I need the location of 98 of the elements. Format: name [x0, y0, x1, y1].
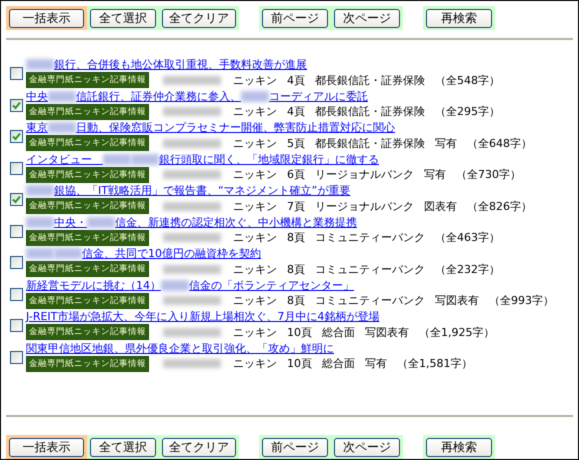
blurred-date	[163, 296, 221, 305]
paper-name: ニッキン	[233, 104, 277, 119]
section-name: 総合面	[322, 356, 355, 371]
source-badge: 金融専門紙ニッキン記事情報	[26, 166, 149, 182]
section-name: 都長銀信託・証券保険	[315, 136, 425, 150]
toolbar-button[interactable]: 全てクリア	[162, 438, 236, 457]
page-number: 5頁	[287, 136, 305, 150]
article-link[interactable]: 銀行、合併後も地公体取引重視、手数料改善が進展	[26, 57, 510, 72]
blurred-date	[163, 233, 221, 242]
checkbox[interactable]	[10, 224, 23, 238]
page-number: 4頁	[287, 72, 305, 88]
toolbar-button[interactable]: 一括表示	[9, 9, 84, 28]
checkbox[interactable]	[10, 130, 23, 143]
toolbar-button[interactable]: 前ページ	[262, 9, 328, 28]
toolbar-button[interactable]: 再検索	[426, 9, 492, 28]
paper-name: ニッキン	[233, 356, 277, 371]
section-name: 都長銀信託・証券保険	[315, 104, 425, 119]
source-badge: 金融専門紙ニッキン記事情報	[26, 104, 149, 120]
figure-note: 写図表有	[365, 324, 409, 340]
section-name: 都長銀信託・証券保険	[315, 72, 425, 88]
char-count: （全993字）	[489, 293, 554, 308]
article-link[interactable]: 東京 日動、保険窓販コンプラセミナー開催、弊害防止措置対応に関心	[26, 120, 542, 135]
figure-note: 写有	[424, 167, 446, 182]
section-name: コミュニティーバンク	[315, 230, 425, 245]
char-count: （全548字）	[435, 72, 500, 88]
char-count: （全232字）	[435, 262, 500, 276]
section-name: リージョナルバンク	[315, 198, 414, 214]
blurred-date	[163, 359, 221, 368]
paper-name: ニッキン	[233, 198, 277, 214]
char-count: （全1,581字）	[397, 356, 472, 371]
figure-note: 図表有	[424, 198, 457, 214]
page-number: 10頁	[287, 324, 312, 340]
source-badge: 金融専門紙ニッキン記事情報	[26, 72, 149, 88]
checkbox[interactable]	[10, 256, 23, 269]
paper-name: ニッキン	[233, 230, 277, 245]
article-link[interactable]: 銀協、「IT戦略活用」で報告書、“マネジメント確立”が重要	[26, 183, 542, 198]
section-name: リージョナルバンク	[315, 167, 414, 182]
paper-name: ニッキン	[233, 136, 277, 150]
paper-name: ニッキン	[233, 293, 277, 308]
checkbox[interactable]	[10, 162, 23, 174]
source-badge: 金融専門紙ニッキン記事情報	[26, 230, 149, 246]
source-badge: 金融専門紙ニッキン記事情報	[26, 261, 149, 277]
checkbox[interactable]	[10, 288, 23, 300]
toolbar-button[interactable]: 全てクリア	[162, 9, 236, 28]
page-number: 8頁	[287, 262, 305, 276]
char-count: （全1,925字）	[419, 324, 494, 340]
char-count: （全730字）	[456, 167, 521, 182]
source-badge: 金融専門紙ニッキン記事情報	[26, 198, 149, 214]
page-number: 4頁	[287, 104, 305, 119]
toolbar-button[interactable]: 再検索	[426, 438, 492, 457]
article-link[interactable]: 中央 信託銀行、証券仲介業務に参入、 コーディアルに委託	[26, 88, 510, 104]
char-count: （全826字）	[467, 198, 532, 214]
paper-name: ニッキン	[233, 262, 277, 276]
char-count: （全463字）	[435, 230, 500, 245]
toolbar-button[interactable]: 一括表示	[9, 438, 84, 457]
figure-note: 写有	[435, 136, 457, 150]
blurred-date	[163, 107, 221, 116]
toolbar-button[interactable]: 全て選択	[90, 438, 156, 457]
article-link[interactable]: 信金、共同で10億円の融資枠を契約	[26, 246, 510, 261]
source-badge: 金融専門紙ニッキン記事情報	[26, 135, 149, 151]
blurred-date	[163, 170, 221, 179]
blurred-date	[163, 328, 221, 336]
toolbar-button[interactable]: 全て選択	[90, 9, 156, 28]
toolbar-button[interactable]: 次ページ	[334, 438, 400, 457]
blurred-date	[163, 202, 221, 210]
checkbox[interactable]	[10, 67, 23, 80]
article-link[interactable]: 関東甲信地区地銀、県外優良企業と取引強化、「攻め」鮮明に	[26, 340, 482, 356]
char-count: （全648字）	[467, 136, 532, 150]
toolbar-button[interactable]: 次ページ	[334, 9, 400, 28]
article-link[interactable]: インタビュー 銀行頭取に聞く、「地域限定銀行」に徹する	[26, 152, 531, 166]
page-number: 8頁	[287, 230, 305, 245]
char-count: （全295字）	[435, 104, 500, 119]
checkbox[interactable]	[10, 350, 23, 364]
figure-note: 写有	[365, 356, 387, 371]
blurred-date	[163, 138, 221, 148]
toolbar-button[interactable]: 前ページ	[262, 438, 328, 457]
page-number: 8頁	[287, 293, 305, 308]
article-link[interactable]: 中央・ 信金、新連携の認定相次ぐ、中小機構と業務提携	[26, 214, 510, 230]
paper-name: ニッキン	[233, 72, 277, 88]
page-number: 7頁	[287, 198, 305, 214]
page-number: 10頁	[287, 356, 312, 371]
section-name: 総合面	[322, 324, 355, 340]
checkbox[interactable]	[10, 319, 23, 332]
figure-note: 写図表有	[435, 293, 479, 308]
article-link[interactable]: 新経営モデルに挑む（14） 信金の「ボランティアセンター」	[26, 278, 564, 292]
paper-name: ニッキン	[233, 167, 277, 182]
article-link[interactable]: J-REIT市場が急拡大、今年に入り新規上場相次ぐ、7月中に4銘柄が登場	[26, 309, 504, 324]
page-number: 6頁	[287, 167, 305, 182]
section-name: コミュニティーバンク	[315, 262, 425, 276]
source-badge: 金融専門紙ニッキン記事情報	[26, 356, 149, 372]
checkbox[interactable]	[10, 98, 23, 112]
blurred-date	[163, 264, 221, 274]
paper-name: ニッキン	[233, 324, 277, 340]
section-name: コミュニティーバンク	[315, 293, 425, 308]
checkbox[interactable]	[10, 193, 23, 206]
source-badge: 金融専門紙ニッキン記事情報	[26, 324, 149, 340]
source-badge: 金融専門紙ニッキン記事情報	[26, 292, 149, 308]
blurred-date	[163, 76, 221, 84]
